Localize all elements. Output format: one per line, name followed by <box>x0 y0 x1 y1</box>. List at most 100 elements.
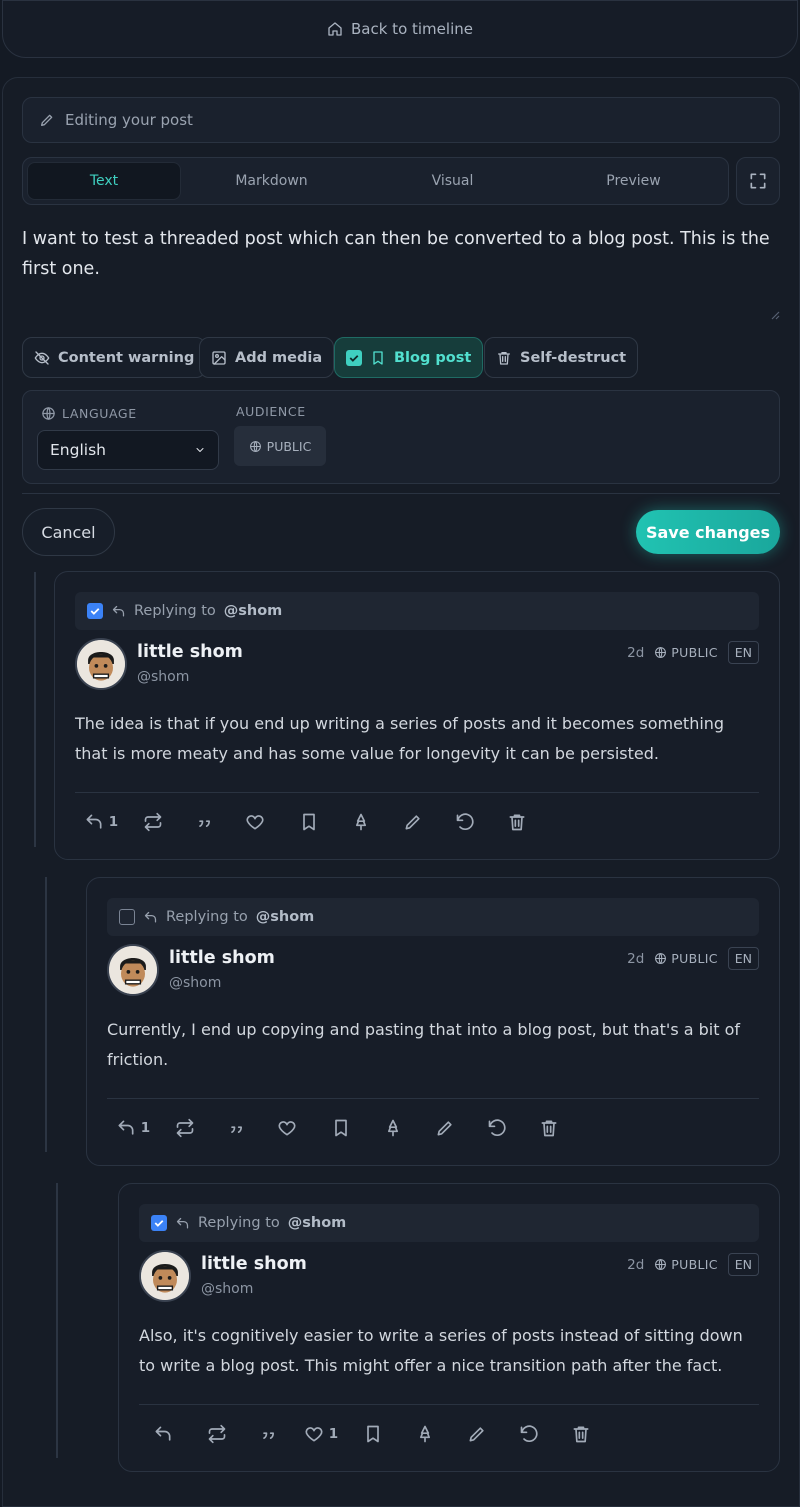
delete-redraft-button[interactable] <box>503 1418 555 1450</box>
separator <box>139 1404 759 1405</box>
repeat-icon <box>176 1118 194 1138</box>
globe-icon <box>249 440 261 452</box>
tab-markdown[interactable]: Markdown <box>181 162 362 200</box>
like-button[interactable]: 1 <box>295 1418 347 1450</box>
replying-handle[interactable]: @shom <box>256 909 315 925</box>
add-media-button[interactable]: Add media <box>199 337 335 378</box>
post-actions: 1 <box>75 806 759 838</box>
post-time[interactable]: 2d <box>627 645 644 661</box>
bookmark-icon <box>303 813 315 831</box>
author-handle[interactable]: @shom <box>137 669 189 685</box>
edit-button[interactable] <box>451 1418 503 1450</box>
bookmark-icon <box>335 1119 347 1137</box>
add-media-label: Add media <box>235 349 323 366</box>
edit-button[interactable] <box>387 806 439 838</box>
reply-button[interactable]: 1 <box>75 806 127 838</box>
cancel-button[interactable]: Cancel <box>22 508 115 556</box>
reply-button[interactable]: 1 <box>107 1112 159 1144</box>
thread-post-2: Replying to @shom little shom @shom 2d P… <box>86 877 780 1166</box>
pin-button[interactable] <box>399 1418 451 1450</box>
bookmark-button[interactable] <box>315 1112 367 1144</box>
self-destruct-button[interactable]: Self-destruct <box>484 337 639 378</box>
bookmark-button[interactable] <box>347 1418 399 1450</box>
audience-badge[interactable]: PUBLIC <box>234 426 326 466</box>
replying-handle[interactable]: @shom <box>288 1215 347 1231</box>
replying-handle[interactable]: @shom <box>224 603 283 619</box>
quote-icon <box>263 1432 274 1439</box>
resize-handle-icon[interactable] <box>768 308 780 320</box>
save-changes-button[interactable]: Save changes <box>636 510 780 554</box>
fullscreen-button[interactable] <box>736 157 780 205</box>
pin-button[interactable] <box>367 1112 419 1144</box>
pencil-icon <box>405 815 420 830</box>
pin-icon <box>420 1425 430 1443</box>
back-to-timeline-button[interactable]: Back to timeline <box>2 0 798 58</box>
blog-post-toggle[interactable]: Blog post <box>334 337 484 378</box>
visibility-badge: PUBLIC <box>654 1257 717 1272</box>
reply-count: 1 <box>108 814 119 830</box>
home-icon <box>328 22 342 36</box>
post-select-checkbox[interactable] <box>87 603 103 619</box>
tab-text[interactable]: Text <box>27 162 181 200</box>
delete-button[interactable] <box>491 806 543 838</box>
eye-off-icon <box>34 350 50 365</box>
reply-count: 1 <box>140 1120 151 1136</box>
post-actions: 1 <box>139 1418 759 1450</box>
delete-redraft-button[interactable] <box>439 806 491 838</box>
post-time[interactable]: 2d <box>627 1257 644 1273</box>
pin-icon <box>388 1119 398 1137</box>
post-meta: 2d PUBLIC EN <box>627 1253 759 1276</box>
tab-visual[interactable]: Visual <box>362 162 543 200</box>
chevron-down-icon <box>196 448 204 452</box>
post-meta: 2d PUBLIC EN <box>627 641 759 664</box>
avatar[interactable] <box>75 638 127 690</box>
content-warning-button[interactable]: Content warning <box>22 337 207 378</box>
tab-preview[interactable]: Preview <box>543 162 724 200</box>
pin-button[interactable] <box>335 806 387 838</box>
thread-line <box>45 877 47 1152</box>
quote-button[interactable] <box>179 806 231 838</box>
language-badge: EN <box>727 947 759 970</box>
blog-post-checkbox[interactable] <box>346 349 362 366</box>
author-name[interactable]: little shom <box>201 1254 307 1274</box>
reply-icon <box>176 1217 189 1228</box>
delete-redraft-button[interactable] <box>471 1112 523 1144</box>
trash-icon <box>509 814 525 831</box>
quote-button[interactable] <box>243 1418 295 1450</box>
back-label: Back to timeline <box>351 20 473 38</box>
post-select-checkbox[interactable] <box>151 1215 167 1231</box>
edit-button[interactable] <box>419 1112 471 1144</box>
reply-button[interactable] <box>139 1418 191 1450</box>
language-select[interactable]: English <box>37 430 219 470</box>
heart-icon <box>277 1121 296 1136</box>
pencil-icon <box>437 1121 452 1136</box>
globe-icon <box>655 1259 667 1270</box>
quote-button[interactable] <box>211 1112 263 1144</box>
author-handle[interactable]: @shom <box>201 1281 253 1297</box>
image-icon <box>212 350 226 365</box>
quote-icon <box>199 820 210 827</box>
boost-button[interactable] <box>127 806 179 838</box>
like-button[interactable] <box>231 806 283 838</box>
editor-tabs: Text Markdown Visual Preview <box>22 157 729 205</box>
post-textarea[interactable]: I want to test a threaded post which can… <box>22 224 778 284</box>
author-name[interactable]: little shom <box>169 948 275 968</box>
boost-button[interactable] <box>191 1418 243 1450</box>
replying-to-bar: Replying to @shom <box>107 898 759 936</box>
post-time[interactable]: 2d <box>627 951 644 967</box>
delete-button[interactable] <box>555 1418 607 1450</box>
replying-to-bar: Replying to @shom <box>75 592 759 630</box>
post-select-checkbox[interactable] <box>119 909 135 925</box>
delete-button[interactable] <box>523 1112 575 1144</box>
author-name[interactable]: little shom <box>137 642 243 662</box>
undo-icon <box>520 1425 538 1442</box>
like-button[interactable] <box>263 1112 315 1144</box>
repeat-icon <box>208 1424 226 1444</box>
boost-button[interactable] <box>159 1112 211 1144</box>
avatar[interactable] <box>139 1250 191 1302</box>
author-handle[interactable]: @shom <box>169 975 221 991</box>
avatar[interactable] <box>107 944 159 996</box>
trash-icon <box>541 1120 557 1137</box>
bookmark-button[interactable] <box>283 806 335 838</box>
undo-icon <box>488 1119 506 1136</box>
